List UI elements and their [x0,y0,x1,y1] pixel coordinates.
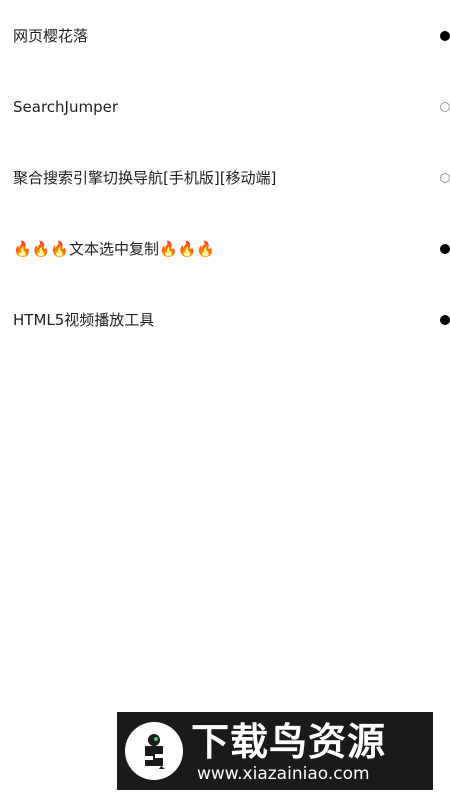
script-list: 网页樱花落 SearchJumper 聚合搜索引擎切换导航[手机版][移动端] … [0,0,450,355]
script-toggle[interactable] [440,173,450,183]
watermark-banner: 下载鸟资源 www.xiazainiao.com [117,712,433,790]
script-item-html5-video[interactable]: HTML5视频播放工具 [0,284,450,355]
script-toggle[interactable] [440,102,450,112]
bird-icon [145,734,165,769]
script-item-label: 聚合搜索引擎切换导航[手机版][移动端] [13,169,277,187]
script-item-label: 网页樱花落 [13,27,89,45]
script-item-searchjumper[interactable]: SearchJumper [0,71,450,142]
script-item-label: 🔥🔥🔥文本选中复制🔥🔥🔥 [13,240,216,258]
watermark-title: 下载鸟资源 [191,720,387,764]
script-item-label: HTML5视频播放工具 [13,311,155,329]
script-item-label: SearchJumper [13,98,118,116]
script-toggle[interactable] [440,315,450,325]
script-toggle[interactable] [440,31,450,41]
script-item-sakura[interactable]: 网页樱花落 [0,0,450,71]
script-item-search-nav[interactable]: 聚合搜索引擎切换导航[手机版][移动端] [0,142,450,213]
watermark-url: www.xiazainiao.com [197,764,370,784]
bird-logo-icon [125,722,183,780]
script-toggle[interactable] [440,244,450,254]
script-item-text-copy[interactable]: 🔥🔥🔥文本选中复制🔥🔥🔥 [0,213,450,284]
